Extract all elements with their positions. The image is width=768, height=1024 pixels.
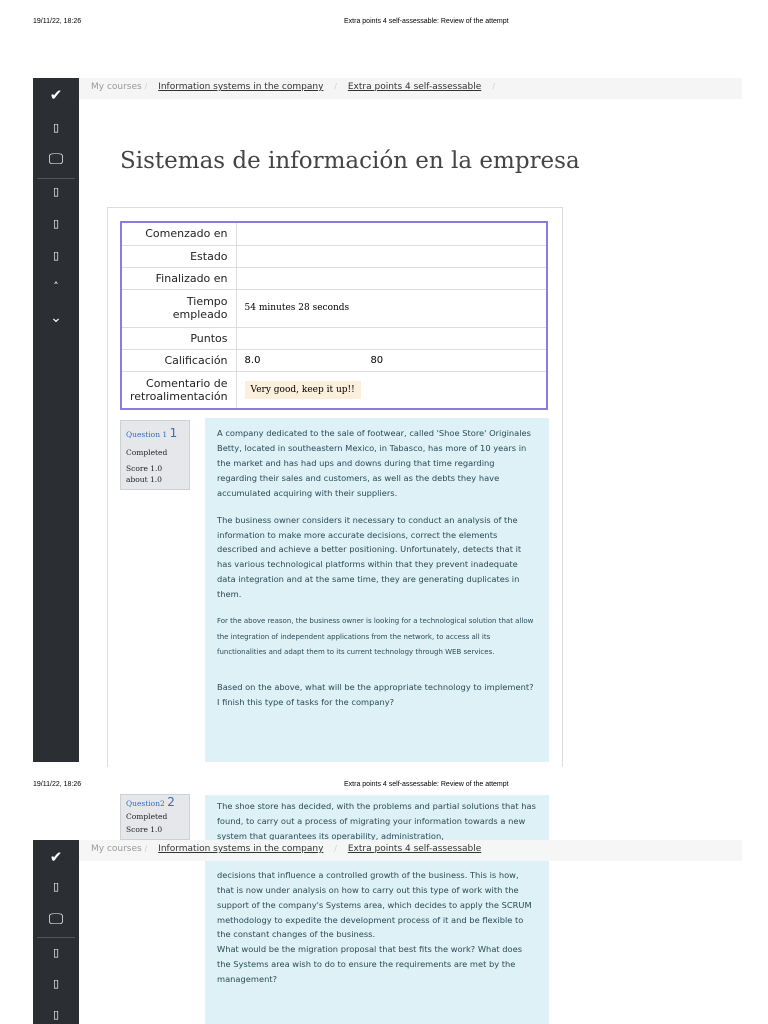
square-icon[interactable]: ▯	[33, 185, 79, 198]
square-icon[interactable]: ▯	[33, 1008, 79, 1021]
separator: /	[492, 82, 495, 91]
paragraph: The business owner considers it necessar…	[217, 514, 522, 600]
separator: /	[144, 82, 148, 91]
label: Puntos	[121, 327, 237, 350]
paragraph: A company dedicated to the sale of footw…	[217, 428, 531, 498]
breadcrumb-my-courses[interactable]: My courses	[91, 844, 142, 854]
question-number: 2	[167, 795, 175, 809]
question-info: Question2 2 Completed Score 1.0	[120, 794, 190, 840]
breadcrumb-course[interactable]: Information systems in the company	[158, 82, 323, 92]
print-title: Extra points 4 self-assessable: Review o…	[344, 18, 509, 25]
chevron-down-icon[interactable]: ⌄	[33, 310, 79, 326]
breadcrumb-my-courses[interactable]: My courses	[91, 82, 142, 92]
page-title: Sistemas de información en la empresa	[120, 148, 580, 174]
check-icon[interactable]: ✔	[33, 848, 79, 866]
check-icon[interactable]: ✔	[33, 86, 79, 104]
label: Comentario de retroalimentación	[121, 371, 237, 410]
value	[236, 267, 547, 290]
feedback-comment: Very good, keep it up!!	[244, 380, 361, 399]
paragraph: Based on the above, what will be the app…	[217, 682, 534, 708]
paragraph: decisions that influence a controlled gr…	[217, 869, 532, 940]
question-state: Completed	[126, 447, 168, 457]
square-icon[interactable]: ▯	[33, 880, 79, 893]
question-info: Question 1 1 Completed Score 1.0 about 1…	[120, 420, 190, 490]
label: Tiempo empleado	[121, 289, 237, 328]
print-date: 19/11/22, 18:26	[33, 18, 82, 25]
divider	[37, 178, 75, 179]
breadcrumb-page[interactable]: Extra points 4 self-assessable	[348, 844, 481, 854]
square-icon[interactable]: ▯	[33, 217, 79, 230]
monitor-icon[interactable]: 🖵	[33, 150, 79, 168]
breadcrumb: My courses / Information systems in the …	[79, 840, 742, 861]
label: Comenzado en	[121, 222, 237, 246]
question-number: 1	[169, 426, 178, 440]
label: Calificación	[121, 349, 237, 372]
separator: /	[144, 844, 148, 853]
print-title: Extra points 4 self-assessable: Review o…	[344, 781, 509, 788]
question-label: Question 1	[126, 430, 168, 439]
breadcrumb-course[interactable]: Information systems in the company	[158, 844, 323, 854]
square-icon[interactable]: ▯	[33, 249, 79, 262]
breadcrumb: My courses / Information systems in the …	[79, 78, 742, 99]
question-text: The shoe store has decided, with the pro…	[205, 795, 549, 1024]
chevron-up-icon[interactable]: ˄	[33, 280, 79, 293]
square-icon[interactable]: ▯	[33, 977, 79, 990]
question-state: Completed	[126, 812, 168, 821]
paragraph: The shoe store has decided, with the pro…	[217, 801, 536, 841]
sidebar: ✔ ▯ 🖵 ▯ ▯ ▯ ˄ ⌄	[33, 78, 79, 762]
separator: /	[334, 844, 337, 853]
square-icon[interactable]: ▯	[33, 121, 79, 134]
question-score: Score 1.0	[126, 825, 163, 834]
print-date: 19/11/22, 18:26	[33, 781, 82, 788]
attempt-summary-table: Comenzado en Estado Finalizado en Tiempo…	[120, 221, 548, 410]
value	[236, 222, 547, 246]
question-text: A company dedicated to the sale of footw…	[205, 418, 549, 762]
question-label: Question2	[126, 799, 165, 808]
value	[236, 245, 547, 268]
grade-percent: 80	[370, 354, 384, 366]
time-taken: 54 minutes 28 seconds	[236, 289, 547, 328]
breadcrumb-page[interactable]: Extra points 4 self-assessable	[348, 82, 481, 92]
monitor-icon[interactable]: 🖵	[33, 910, 79, 928]
question-score: Score 1.0	[126, 464, 163, 474]
paragraph: What would be the migration proposal tha…	[217, 944, 523, 985]
separator: /	[334, 82, 337, 91]
label: Estado	[121, 245, 237, 268]
paragraph: For the above reason, the business owner…	[217, 617, 534, 656]
label: Finalizado en	[121, 267, 237, 290]
sidebar: ✔ ▯ 🖵 ▯ ▯ ▯	[33, 840, 79, 1024]
square-icon[interactable]: ▯	[33, 946, 79, 959]
grade: 8.0	[244, 354, 261, 366]
value	[236, 327, 547, 350]
question-max: about 1.0	[126, 474, 162, 484]
divider	[37, 937, 75, 938]
